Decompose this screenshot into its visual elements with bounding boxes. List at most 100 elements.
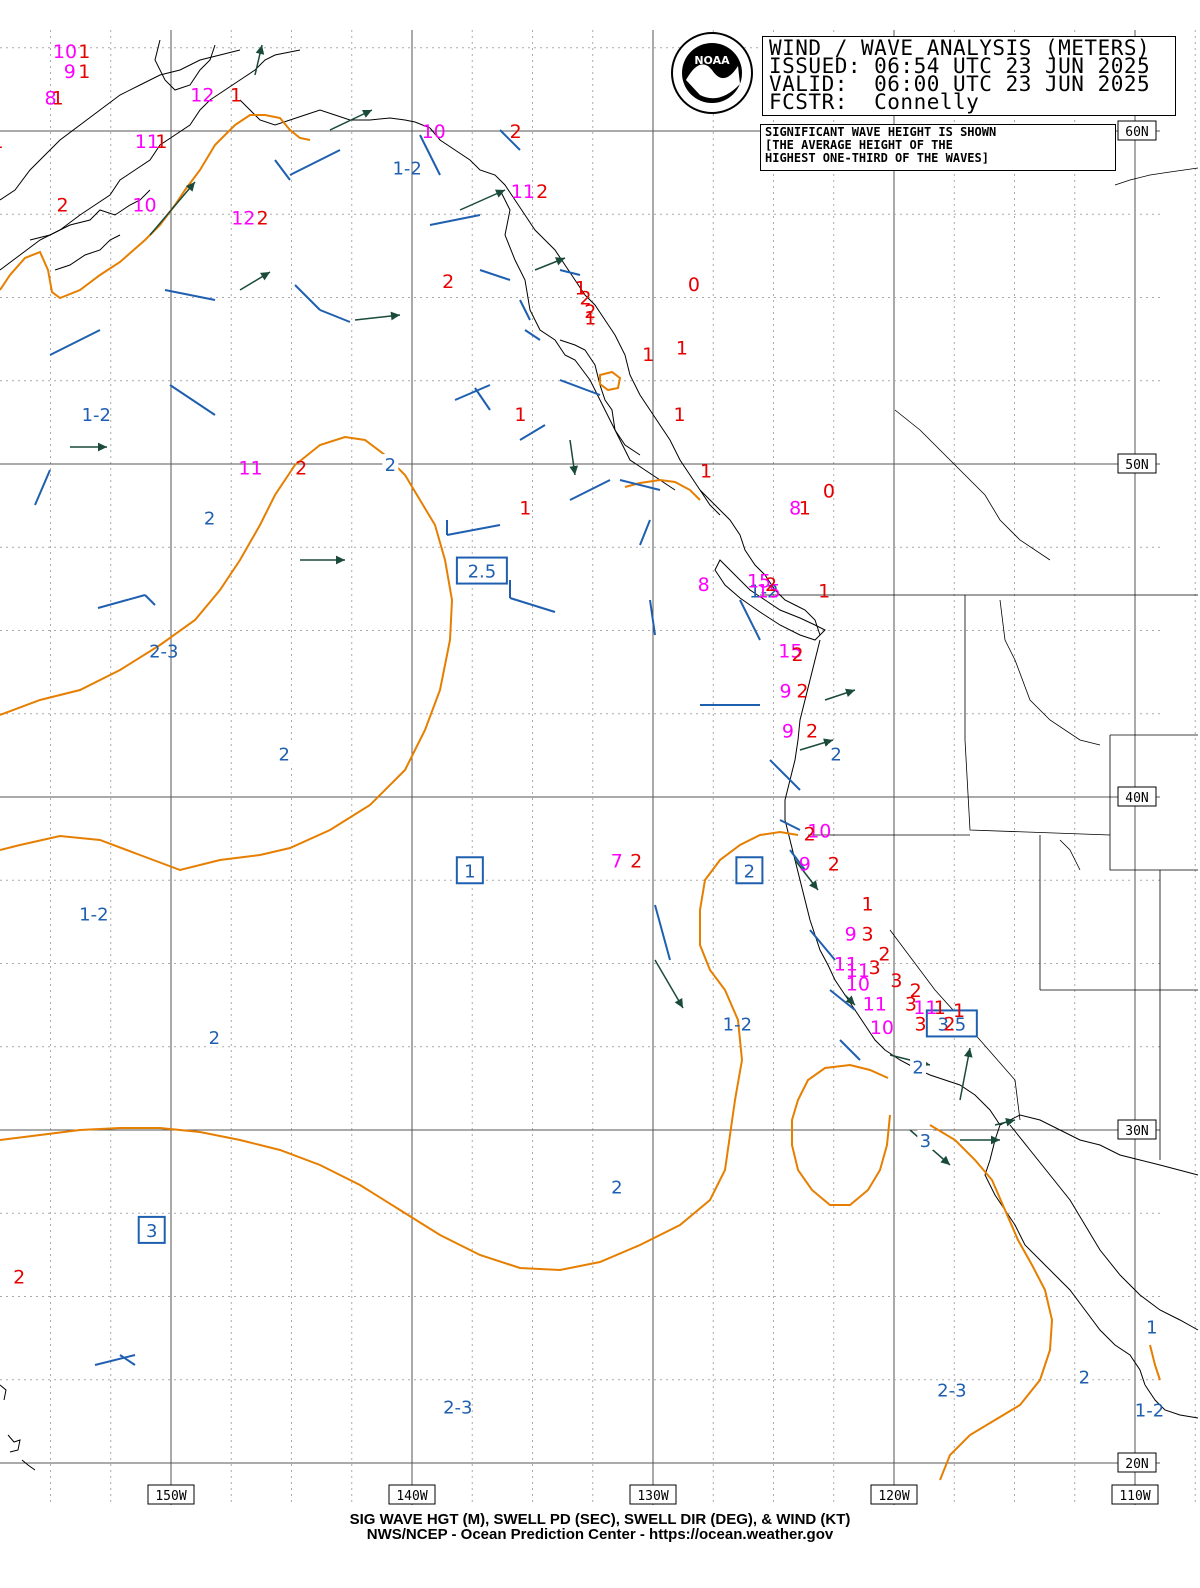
wave-height: 3	[890, 970, 902, 992]
region-wave-label: 1	[464, 861, 475, 882]
map-grid	[0, 30, 1196, 1505]
wave-height: 1	[818, 581, 830, 603]
swell-arrow-head	[964, 1048, 973, 1058]
wind-barb	[49, 329, 101, 356]
region-wave-label: 2-3	[937, 1381, 966, 1402]
wave-height: 3	[905, 993, 917, 1015]
wave-height: 3	[869, 957, 881, 979]
swell-period: 10	[870, 1017, 894, 1039]
swell-arrow-head	[255, 45, 265, 55]
contour-2m-south	[0, 830, 799, 1272]
wind-barb	[274, 159, 291, 181]
lon-label: 140W	[396, 1489, 427, 1504]
lon-label: 150W	[155, 1489, 186, 1504]
wave-height: 1	[78, 41, 90, 63]
wind-barb	[319, 309, 351, 323]
wave-height: 2	[510, 121, 522, 143]
wave-height: 2	[57, 194, 69, 216]
swell-arrow-head	[97, 442, 107, 452]
wave-height: 1	[514, 404, 526, 426]
lat-label: 60N	[1125, 125, 1148, 140]
wind-barb	[446, 524, 501, 536]
noaa-logo: NOAA	[671, 32, 753, 114]
note-line-3: HIGHEST ONE-THIRD OF THE WAVES]	[765, 151, 989, 165]
contour-small-coast	[1149, 1344, 1161, 1381]
lat-label: 30N	[1125, 1124, 1148, 1139]
region-wave-label: 2.5	[468, 562, 497, 583]
contour-label: 2	[279, 745, 290, 766]
swell-period: 8	[698, 574, 710, 596]
swell-arrow-head	[809, 880, 818, 890]
wave-height: 1	[575, 278, 587, 300]
swell-period: 9	[799, 854, 811, 876]
wave-height: 2	[828, 854, 840, 876]
contour-label: 2	[1079, 1367, 1090, 1388]
wave-height: 0	[688, 274, 700, 296]
swell-period: 10	[53, 41, 77, 63]
wave-height: 2	[630, 850, 642, 872]
contour-labels: 222 222322	[201, 454, 1093, 1388]
swell-arrow-head	[569, 465, 579, 475]
wind-barb	[779, 819, 801, 831]
contour-2m-closed	[0, 435, 454, 872]
wave-height: 1	[78, 61, 90, 83]
swell-period: 11	[238, 457, 262, 479]
wind-barb	[97, 594, 146, 609]
swell-period-labels: 1098127111011101211118815151599109791111…	[44, 41, 937, 1039]
contour-label: 2	[830, 745, 841, 766]
swell-arrow-head	[260, 272, 270, 281]
region-wave-label: 1-2	[79, 905, 108, 926]
wave-height: 2	[765, 574, 777, 596]
lat-label: 40N	[1125, 791, 1148, 806]
wind-barb	[169, 384, 216, 416]
lat-label: 50N	[1125, 458, 1148, 473]
wave-height: 2	[295, 457, 307, 479]
swell-period: 10	[422, 121, 446, 143]
wave-height: 2	[584, 301, 596, 323]
wave-height: 1	[861, 894, 873, 916]
wave-height: 1	[519, 497, 531, 519]
swell-arrow	[149, 181, 196, 236]
swell-period: 12	[231, 208, 255, 230]
logo-text: NOAA	[694, 54, 730, 67]
wind-barb	[294, 284, 321, 311]
region-wave-label: 2-3	[149, 641, 178, 662]
swell-period: 10	[132, 194, 156, 216]
wind-barb	[769, 759, 801, 791]
wind-barb	[164, 289, 216, 301]
region-wave-label: 1-2	[82, 405, 111, 426]
wind-wave-map: 60N50N40N30N20N150W 140W 130W 120W 110W 1-21…	[0, 30, 1199, 1505]
wind-barb	[559, 269, 581, 276]
footer-credit: NWS/NCEP - Ocean Prediction Center - htt…	[366, 1526, 834, 1543]
region-wave-label: 1-2	[392, 159, 421, 180]
swell-period: 11	[511, 181, 535, 203]
swell-arrow-head	[390, 311, 400, 321]
swell-arrow-head	[845, 688, 855, 697]
contour-small-ak	[599, 370, 622, 392]
swell-period: 9	[780, 680, 792, 702]
wind-barb	[569, 479, 611, 501]
lat-label: 20N	[1125, 1457, 1148, 1472]
contour-small-bc	[624, 478, 701, 501]
wave-height: 1	[673, 404, 685, 426]
wave-height: 1	[52, 88, 64, 110]
swell-period: 9	[64, 61, 76, 83]
wave-height: 2	[806, 720, 818, 742]
header-panel: WIND / WAVE ANALYSIS (METERS) ISSUED: 06…	[762, 36, 1176, 116]
wave-height: 2	[943, 1013, 955, 1035]
wave-height: 1	[799, 497, 811, 519]
swell-arrow-head	[335, 555, 345, 565]
wave-height: 0	[823, 481, 835, 503]
wave-height: 2	[804, 824, 816, 846]
wind-barb	[739, 599, 761, 641]
wave-height: 2	[792, 644, 804, 666]
contour-label: 2	[385, 455, 396, 476]
wind-barb	[144, 594, 156, 606]
contour-3m	[791, 1063, 891, 1206]
contour-label: 2	[209, 1028, 220, 1049]
wave-height: 2	[257, 208, 269, 230]
wind-barbs	[34, 129, 861, 1366]
wind-barb	[479, 269, 511, 281]
wave-height: 1	[0, 131, 4, 153]
wave-height: 3	[861, 924, 873, 946]
